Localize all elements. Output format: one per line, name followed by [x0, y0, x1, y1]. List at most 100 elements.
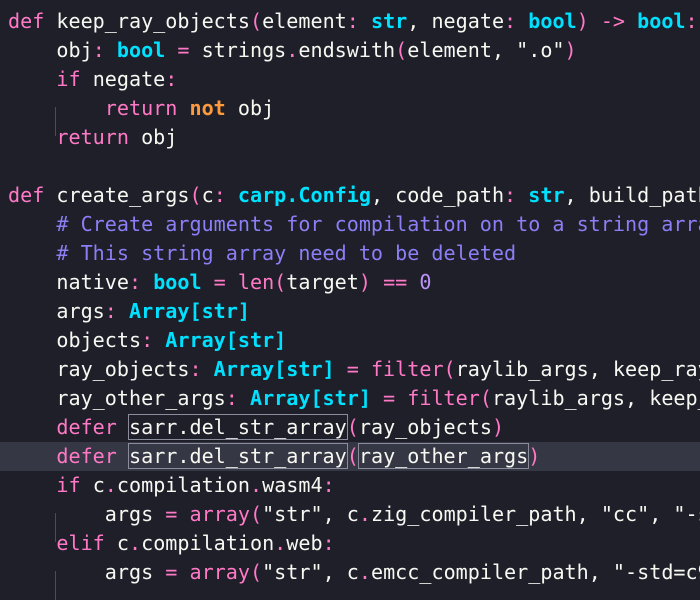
code-line-text: args = array("str", c.zig_compiler_path,…	[8, 500, 700, 529]
code-line[interactable]	[0, 152, 700, 181]
code-line[interactable]: ray_objects: Array[str] = filter(raylib_…	[0, 355, 700, 384]
code-token: :	[213, 183, 238, 207]
code-token: (	[249, 9, 263, 33]
code-token: obj	[225, 96, 275, 120]
code-token: # Create arguments for compilation on to…	[8, 212, 700, 236]
code-line[interactable]: def keep_ray_objects(element: str, negat…	[0, 7, 700, 36]
code-token: .	[104, 473, 117, 497]
code-token: defer	[56, 415, 117, 439]
code-token: :	[189, 357, 214, 381]
code-token: 0	[419, 270, 432, 294]
code-token: :	[504, 183, 529, 207]
code-token: :	[128, 270, 154, 294]
code-line[interactable]: elif c.compilation.web:	[0, 529, 700, 558]
code-token: :	[504, 9, 529, 33]
code-token: target	[286, 270, 359, 294]
code-token: create_args	[44, 183, 190, 207]
code-token: ) ==	[358, 270, 420, 294]
code-token: , c	[322, 560, 359, 584]
code-token: :	[346, 9, 371, 33]
code-token: bool	[116, 38, 166, 62]
code-token: .	[249, 473, 263, 497]
code-line-text: defer sarr.del_str_array(ray_other_args)	[8, 442, 540, 471]
code-line-text: ray_objects: Array[str] = filter(raylib_…	[8, 355, 700, 384]
code-token: :	[104, 299, 129, 323]
code-line-text: objects: Array[str]	[8, 326, 286, 355]
code-editor[interactable]: def keep_ray_objects(element: str, negat…	[0, 0, 700, 600]
code-token: zig_compiler_path, "cc", "-s	[370, 502, 700, 526]
code-line[interactable]: objects: Array[str]	[0, 326, 700, 355]
code-line-text: return not obj	[8, 94, 274, 123]
code-token: (	[443, 357, 456, 381]
code-token: compilation	[116, 473, 250, 497]
code-token: "str"	[262, 502, 323, 526]
code-token: sarr.del_str_array	[128, 414, 348, 440]
code-line[interactable]: native: bool = len(target) == 0	[0, 268, 700, 297]
code-line[interactable]: obj: bool = strings.endswith(element, ".…	[0, 36, 700, 65]
code-token: :	[165, 67, 178, 91]
code-token: endswith	[298, 38, 396, 62]
code-line-text: def keep_ray_objects(element: str, negat…	[8, 7, 698, 36]
code-token: :	[322, 531, 335, 555]
code-line-text: elif c.compilation.web:	[8, 529, 335, 558]
code-token: element, ".o"	[407, 38, 565, 62]
code-line-text: def create_args(c: carp.Config, code_pat…	[8, 181, 700, 210]
code-line[interactable]: args = array("str", c.emcc_compiler_path…	[0, 558, 700, 587]
code-line[interactable]: if negate:	[0, 65, 700, 94]
code-token: Array[str]	[165, 328, 287, 352]
code-token: bool	[153, 270, 202, 294]
code-token: defer	[56, 444, 117, 468]
code-token: Array[str]	[249, 386, 371, 410]
code-token: (	[346, 415, 359, 439]
code-line-text: if negate:	[8, 65, 177, 94]
code-line[interactable]: args: Array[str]	[0, 297, 700, 326]
code-token: return	[104, 96, 178, 120]
code-token: , c	[322, 502, 359, 526]
code-line[interactable]: defer sarr.del_str_array(ray_other_args)	[0, 442, 700, 471]
code-line[interactable]: defer sarr.del_str_array(ray_objects)	[0, 413, 700, 442]
code-line[interactable]: # Create arguments for compilation on to…	[0, 210, 700, 239]
code-line[interactable]: return obj	[0, 123, 700, 152]
code-line[interactable]: args = array("str", c.zig_compiler_path,…	[0, 500, 700, 529]
code-token: ) ->	[576, 9, 638, 33]
code-line[interactable]: # This string array need to be deleted	[0, 239, 700, 268]
code-token: Array[str]	[128, 299, 250, 323]
code-token: carp.Config	[237, 183, 371, 207]
code-line-text: return obj	[8, 123, 177, 152]
code-token: # This string array need to be deleted	[8, 241, 517, 265]
code-line[interactable]: if c.compilation.wasm4:	[0, 471, 700, 500]
code-token: .	[358, 560, 371, 584]
code-token: sarr.del_str_array	[128, 443, 348, 469]
code-line-text: args = array("str", c.emcc_compiler_path…	[8, 558, 700, 587]
code-token: raylib_args, keep_ray_objects	[491, 386, 700, 410]
code-token: .	[128, 531, 142, 555]
code-token: ray_other_args	[8, 386, 226, 410]
code-token: bool	[528, 9, 577, 33]
code-token: args	[8, 560, 154, 584]
code-token: .	[274, 531, 287, 555]
code-line[interactable]: ray_other_args: Array[str] = filter(rayl…	[0, 384, 700, 413]
code-line-text: args: Array[str]	[8, 297, 250, 326]
code-token: args	[8, 502, 154, 526]
code-token: , code_path	[370, 183, 505, 207]
code-token: c	[80, 473, 105, 497]
code-token: def	[8, 9, 45, 33]
code-line-text: if c.compilation.wasm4:	[8, 471, 334, 500]
code-token: (	[249, 502, 263, 526]
code-line[interactable]: def create_args(c: carp.Config, code_pat…	[0, 181, 700, 210]
code-token: obj	[128, 125, 178, 149]
code-line[interactable]: return not obj	[0, 94, 700, 123]
code-line-text: ray_other_args: Array[str] = filter(rayl…	[8, 384, 700, 413]
code-token: =	[153, 502, 190, 526]
code-token: (	[346, 444, 359, 468]
code-token: not	[189, 96, 226, 120]
code-token: filter	[407, 386, 480, 410]
code-token: filter	[370, 357, 444, 381]
code-token: keep_ray_objects	[44, 9, 250, 33]
